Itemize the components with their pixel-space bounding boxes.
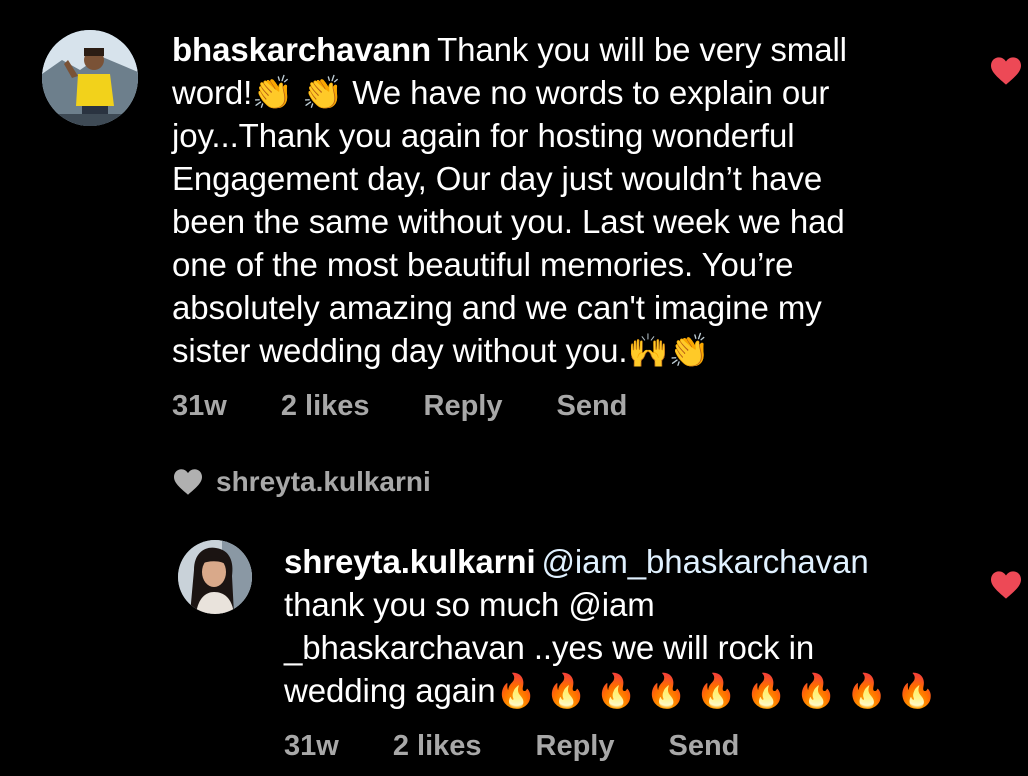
reply-avatar[interactable] bbox=[178, 540, 252, 614]
comment-meta: 31w 2 likes Reply Send bbox=[172, 390, 681, 423]
reply-button[interactable]: Reply bbox=[424, 390, 503, 423]
liked-by-username[interactable]: shreyta.kulkarni bbox=[216, 466, 431, 498]
reply-meta: 31w 2 likes Reply Send bbox=[284, 730, 793, 763]
comment-line: Thank you will be very small bbox=[437, 31, 847, 68]
like-heart-icon[interactable] bbox=[989, 56, 1023, 86]
comment-line: been the same without you. Last week we … bbox=[172, 203, 845, 240]
reply-line: wedding again🔥 🔥 🔥 🔥 🔥 🔥 🔥 🔥 🔥 bbox=[284, 672, 937, 709]
reply-time: 31w bbox=[284, 730, 339, 762]
comment-line: absolutely amazing and we can't imagine … bbox=[172, 289, 822, 326]
heart-icon bbox=[174, 469, 202, 495]
reply-mention[interactable]: @iam_bhaskarchavan bbox=[542, 543, 869, 580]
reply-line: _bhaskarchavan ..yes we will rock in bbox=[284, 629, 815, 666]
reply-like-heart-icon[interactable] bbox=[989, 570, 1023, 600]
comment-line: one of the most beautiful memories. You’… bbox=[172, 246, 794, 283]
send-button[interactable]: Send bbox=[557, 390, 628, 423]
comment-text: bhaskarchavann Thank you will be very sma… bbox=[172, 28, 972, 372]
reply-avatar-photo bbox=[178, 540, 252, 614]
comment-username[interactable]: bhaskarchavann bbox=[172, 31, 431, 68]
comment-line: sister wedding day without you.🙌👏 bbox=[172, 332, 710, 369]
comment-likes[interactable]: 2 likes bbox=[281, 390, 370, 423]
reply-send-button[interactable]: Send bbox=[669, 730, 740, 763]
comment-time: 31w bbox=[172, 390, 227, 422]
comment-line: Engagement day, Our day just wouldn’t ha… bbox=[172, 160, 823, 197]
avatar[interactable] bbox=[42, 30, 138, 126]
avatar-photo bbox=[42, 30, 138, 126]
comment-line: joy...Thank you again for hosting wonder… bbox=[172, 117, 795, 154]
reply-reply-button[interactable]: Reply bbox=[536, 730, 615, 763]
comment-line: word!👏 👏 We have no words to explain our bbox=[172, 74, 830, 111]
reply-text: shreyta.kulkarni @iam_bhaskarchavan thank… bbox=[284, 540, 964, 712]
liked-by-creator: shreyta.kulkarni bbox=[172, 466, 431, 498]
reply-likes[interactable]: 2 likes bbox=[393, 730, 482, 763]
reply-username[interactable]: shreyta.kulkarni bbox=[284, 543, 536, 580]
reply-line: thank you so much @iam bbox=[284, 586, 655, 623]
